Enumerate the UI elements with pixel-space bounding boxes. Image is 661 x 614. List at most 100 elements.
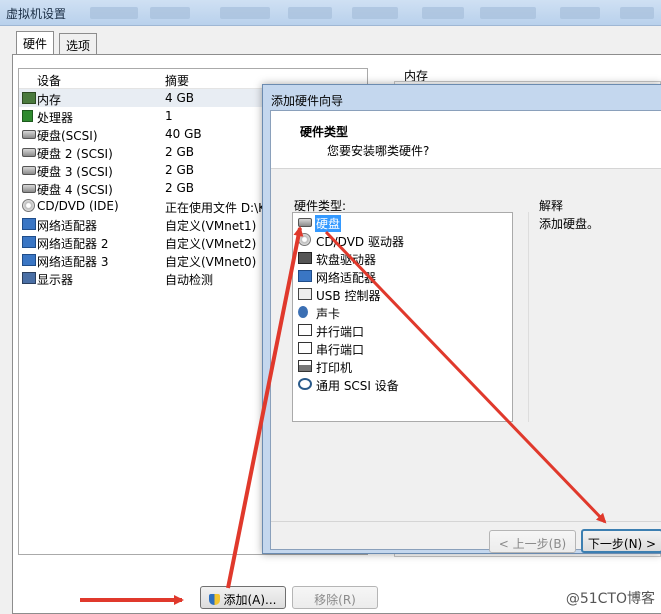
device-summary: 1 [165, 109, 173, 123]
add-button-label: 添加(A)... [223, 593, 277, 607]
next-button-label: 下一步(N) > [587, 537, 657, 551]
network-icon [22, 254, 36, 266]
device-name: 网络适配器 [37, 219, 98, 233]
device-name: 处理器 [37, 111, 74, 125]
blurred-toolbar-text [90, 7, 138, 19]
floppy-icon [298, 252, 312, 264]
device-summary: 2 GB [165, 181, 194, 195]
hardware-item-harddisk[interactable]: 硬盘 [293, 213, 512, 232]
hardware-item-label: 并行端口 [316, 325, 365, 339]
device-summary: 自定义(VMnet0) [165, 255, 257, 269]
wizard-content: 硬件类型 您要安装哪类硬件? 硬件类型: 硬盘 CD/DVD 驱动器 软盘驱动器… [270, 110, 661, 553]
hardware-item-cd-dvd[interactable]: CD/DVD 驱动器 [293, 231, 512, 249]
remove-hardware-button[interactable]: 移除(R) [292, 586, 378, 609]
sound-icon [298, 306, 308, 318]
device-name: 网络适配器 3 [37, 255, 109, 269]
blurred-toolbar-text [620, 7, 654, 19]
blurred-toolbar-text [352, 7, 398, 19]
device-name: 硬盘 4 (SCSI) [37, 183, 113, 197]
wizard-title: 添加硬件向导 [271, 94, 344, 108]
device-name: 硬盘 2 (SCSI) [37, 147, 113, 161]
monitor-icon [22, 272, 36, 284]
device-summary: 40 GB [165, 127, 202, 141]
hardware-item-label: 串行端口 [316, 343, 365, 357]
hardware-item-serial-port[interactable]: 串行端口 [293, 339, 512, 357]
hardware-item-label: 声卡 [316, 307, 341, 321]
description-label: 解释 [539, 199, 564, 213]
device-name: 硬盘 3 (SCSI) [37, 165, 113, 179]
network-icon [298, 270, 312, 282]
add-hardware-wizard: 添加硬件向导 硬件类型 您要安装哪类硬件? 硬件类型: 硬盘 CD/DVD 驱动… [262, 84, 661, 554]
hardware-item-label: 网络适配器 [316, 271, 377, 285]
hardware-item-printer[interactable]: 打印机 [293, 357, 512, 375]
device-summary: 正在使用文件 D:\K [165, 201, 267, 215]
device-name: 网络适配器 2 [37, 237, 109, 251]
hardware-item-sound[interactable]: 声卡 [293, 303, 512, 321]
device-summary: 2 GB [165, 145, 194, 159]
back-button[interactable]: < 上一步(B) [489, 530, 576, 553]
printer-icon [298, 360, 312, 372]
hardware-item-label: 软盘驱动器 [316, 253, 377, 267]
column-header-device[interactable]: 设备 [37, 72, 61, 89]
hardware-item-label: 通用 SCSI 设备 [316, 379, 399, 393]
harddisk-icon [298, 218, 312, 227]
device-name: 显示器 [37, 273, 74, 287]
tab-options-label: 选项 [66, 39, 91, 53]
shield-icon [209, 594, 221, 605]
harddisk-icon [22, 148, 36, 157]
device-summary: 自动检测 [165, 273, 214, 287]
device-name: 内存 [37, 93, 62, 107]
hardware-item-usb[interactable]: USB 控制器 [293, 285, 512, 303]
device-summary: 4 GB [165, 91, 194, 105]
hardware-item-floppy[interactable]: 软盘驱动器 [293, 249, 512, 267]
device-name: 硬盘(SCSI) [37, 129, 98, 143]
device-summary: 自定义(VMnet1) [165, 219, 257, 233]
parallel-port-icon [298, 324, 312, 336]
cd-icon [22, 199, 35, 212]
add-hardware-button[interactable]: 添加(A)... [200, 586, 286, 609]
device-summary: 2 GB [165, 163, 194, 177]
wizard-header: 硬件类型 您要安装哪类硬件? [271, 111, 661, 169]
blurred-toolbar-text [560, 7, 600, 19]
hardware-item-parallel-port[interactable]: 并行端口 [293, 321, 512, 339]
wizard-header-subtitle: 您要安装哪类硬件? [327, 144, 430, 158]
hardware-item-label: 硬盘 [315, 215, 342, 232]
cd-icon [298, 233, 311, 246]
wizard-separator [271, 521, 661, 522]
hardware-item-label: USB 控制器 [316, 289, 381, 303]
harddisk-icon [22, 184, 36, 193]
window-title-bar: 虚拟机设置 [0, 0, 661, 26]
tab-options[interactable]: 选项 [59, 33, 98, 54]
device-summary: 自定义(VMnet2) [165, 237, 257, 251]
harddisk-icon [22, 130, 36, 139]
network-icon [22, 218, 36, 230]
blurred-toolbar-text [220, 7, 270, 19]
tab-hardware-label: 硬件 [23, 37, 48, 51]
description-panel: 解释 添加硬盘。 [528, 199, 661, 422]
hardware-item-label: CD/DVD 驱动器 [316, 235, 404, 249]
blurred-toolbar-text [288, 7, 332, 19]
watermark: @51CTO博客 [565, 591, 655, 607]
remove-button-label: 移除(R) [314, 593, 356, 607]
serial-port-icon [298, 342, 312, 354]
cpu-icon [22, 110, 33, 122]
hardware-item-label: 打印机 [316, 361, 353, 375]
back-button-label: < 上一步(B) [498, 537, 567, 551]
window-title: 虚拟机设置 [6, 7, 67, 21]
blurred-toolbar-text [422, 7, 464, 19]
hardware-type-list[interactable]: 硬盘 CD/DVD 驱动器 软盘驱动器 网络适配器 USB 控制器 声卡 并行端… [292, 212, 513, 422]
next-button[interactable]: 下一步(N) > [581, 529, 661, 553]
device-name: CD/DVD (IDE) [37, 199, 119, 213]
network-icon [22, 236, 36, 248]
scsi-icon [298, 378, 312, 390]
tab-hardware[interactable]: 硬件 [16, 31, 55, 54]
hardware-item-network[interactable]: 网络适配器 [293, 267, 512, 285]
blurred-toolbar-text [150, 7, 190, 19]
description-text: 添加硬盘。 [539, 217, 600, 231]
memory-icon [22, 92, 36, 104]
hardware-item-scsi[interactable]: 通用 SCSI 设备 [293, 375, 512, 393]
harddisk-icon [22, 166, 36, 175]
wizard-header-title: 硬件类型 [300, 125, 349, 139]
column-header-summary[interactable]: 摘要 [165, 72, 189, 89]
blurred-toolbar-text [480, 7, 536, 19]
